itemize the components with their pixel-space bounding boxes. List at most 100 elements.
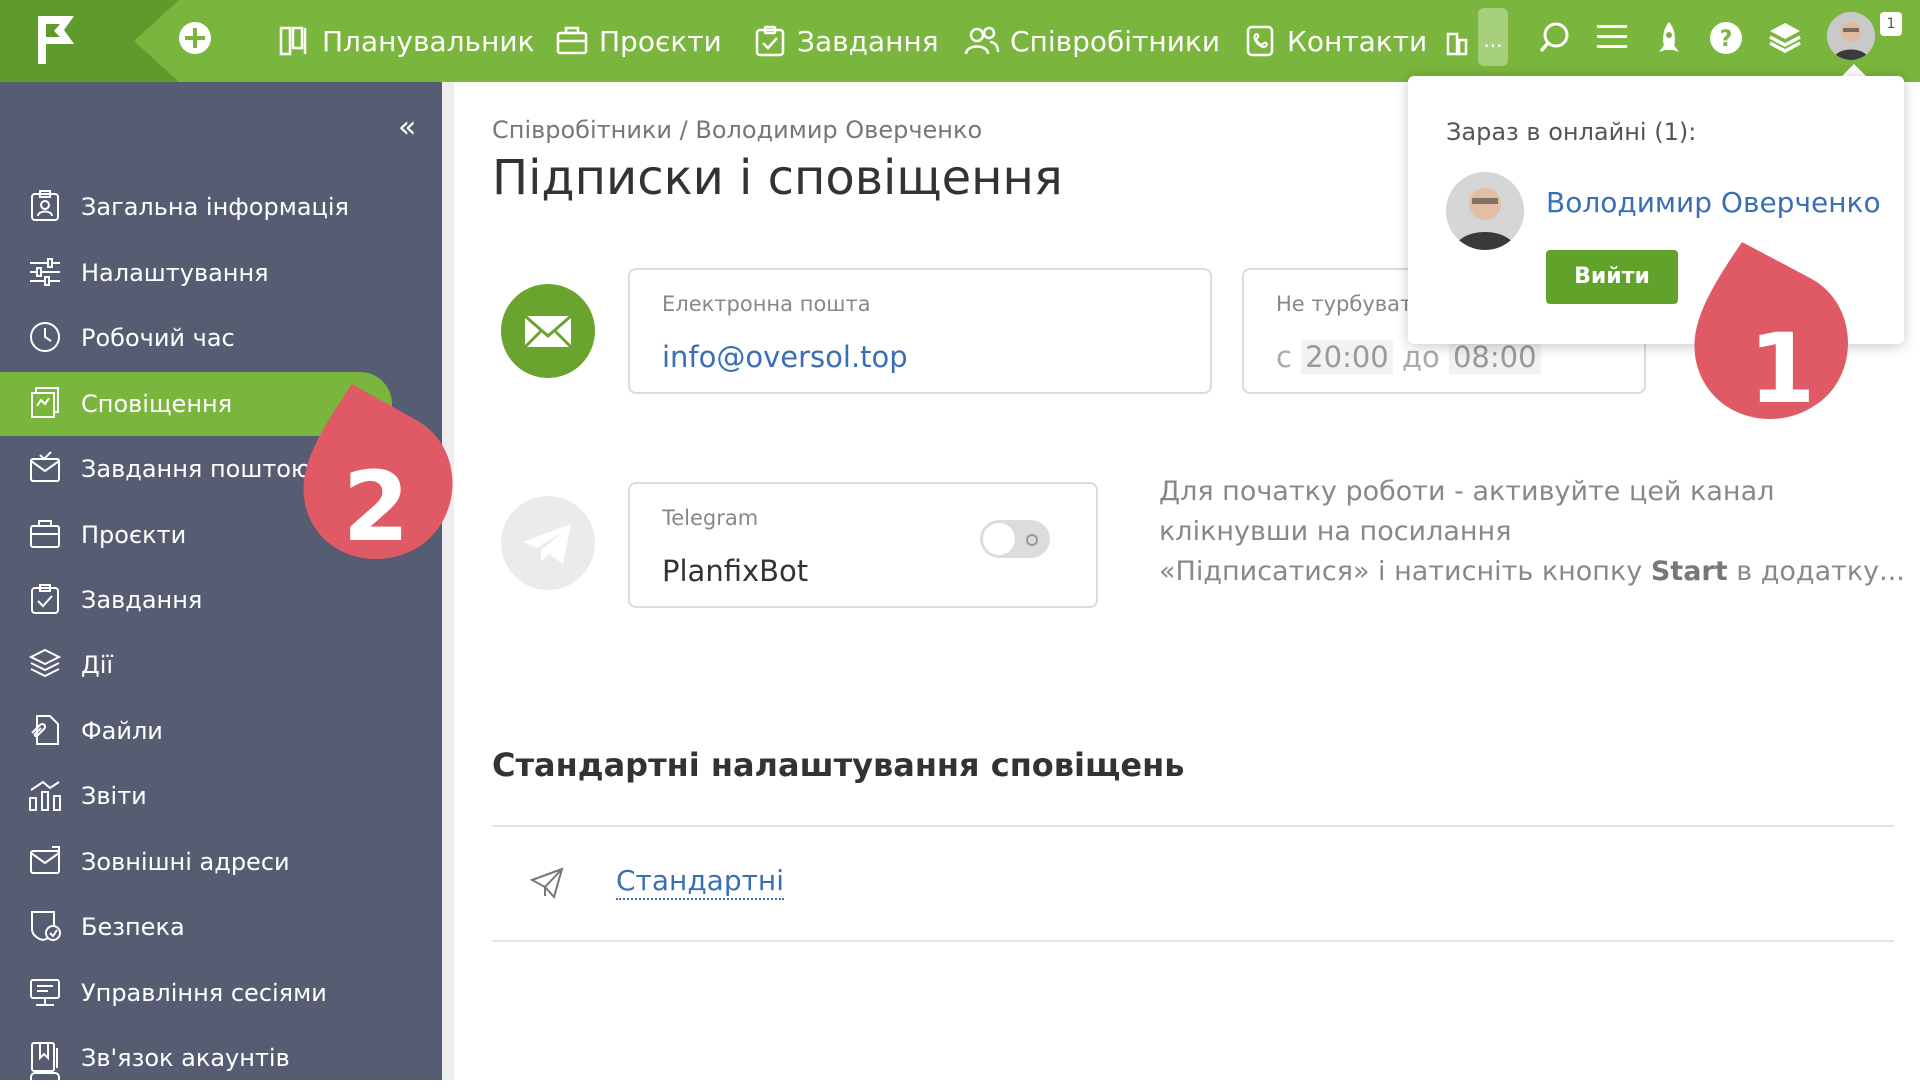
svg-text:?: ? bbox=[1720, 27, 1733, 52]
sidebar-item-label: Налаштування bbox=[81, 259, 269, 287]
nav-planner-label: Планувальник bbox=[322, 24, 535, 58]
sidebar-item-reports[interactable]: Звіти bbox=[0, 764, 442, 828]
nav-contacts[interactable]: Контакти bbox=[1243, 0, 1427, 82]
divider-bottom bbox=[492, 940, 1894, 942]
dnd-time-range: с 20:00 до 08:00 bbox=[1276, 340, 1541, 374]
rocket-icon[interactable] bbox=[1654, 20, 1684, 62]
sidebar-item-label: Завдання bbox=[81, 586, 203, 614]
external-addresses-icon bbox=[30, 846, 60, 874]
partial-icon bbox=[30, 1072, 60, 1080]
telegram-bot-name: PlanfixBot bbox=[662, 554, 809, 588]
planfix-logo-icon[interactable] bbox=[34, 14, 78, 70]
annotation-marker-2: 2 bbox=[298, 380, 466, 590]
sidebar-item-label: Зовнішні адреси bbox=[81, 848, 290, 876]
hint-line-3: «Підписатися» і натисніть кнопку Start в… bbox=[1159, 552, 1905, 592]
sidebar-item-security[interactable]: Безпека bbox=[0, 895, 442, 959]
popup-user-name[interactable]: Володимир Оверченко bbox=[1546, 186, 1881, 219]
marker-2-label: 2 bbox=[343, 451, 410, 563]
popup-user-avatar[interactable] bbox=[1446, 172, 1524, 250]
sidebar-item-label: Проєкти bbox=[81, 521, 187, 549]
sidebar-item-partial[interactable] bbox=[28, 1070, 62, 1080]
sidebar-item-label: Управління сесіями bbox=[81, 979, 327, 1007]
nav-tasks-label: Завдання bbox=[797, 24, 939, 58]
nav-employees[interactable]: Співробітники bbox=[964, 0, 1220, 82]
paper-plane-icon bbox=[529, 866, 564, 904]
online-count-badge: 1 bbox=[1880, 12, 1902, 36]
page-title: Підписки і сповіщення bbox=[492, 150, 1063, 206]
layers-icon[interactable] bbox=[1768, 20, 1802, 60]
email-card[interactable]: Електронна пошта info@oversol.top bbox=[628, 268, 1212, 394]
nav-projects[interactable]: Проєкти bbox=[555, 0, 722, 82]
dnd-card-label: Не турбуват bbox=[1276, 292, 1413, 316]
sidebar-item-label: Дії bbox=[81, 651, 114, 679]
breadcrumb[interactable]: Співробітники / Володимир Оверченко bbox=[492, 116, 982, 144]
top-navigation-bar: Планувальник Проєкти Завдання Співробітн… bbox=[0, 0, 1920, 82]
sidebar-item-label: Загальна інформація bbox=[81, 193, 349, 221]
notifications-icon bbox=[31, 387, 59, 418]
more-menu-button[interactable]: ... bbox=[1478, 8, 1508, 66]
popup-title: Зараз в онлайні (1): bbox=[1446, 118, 1697, 146]
building-icon bbox=[1446, 32, 1468, 56]
telegram-card[interactable]: Telegram PlanfixBot bbox=[628, 482, 1098, 608]
collapse-sidebar-icon[interactable]: « bbox=[398, 110, 416, 145]
files-icon bbox=[31, 715, 59, 745]
menu-hamburger-icon[interactable] bbox=[1596, 22, 1628, 56]
sidebar-item-working-time[interactable]: Робочий час bbox=[0, 306, 442, 370]
sessions-icon bbox=[30, 979, 60, 1006]
nav-overflow-item[interactable] bbox=[1446, 0, 1468, 82]
add-plus-icon[interactable] bbox=[177, 20, 213, 60]
mail-tasks-icon bbox=[30, 451, 60, 482]
sidebar-item-label: Зв'язок акаунтів bbox=[81, 1044, 290, 1072]
logout-button[interactable]: Вийти bbox=[1546, 250, 1678, 304]
nav-projects-label: Проєкти bbox=[599, 24, 722, 58]
hint-line-3-pre: «Підписатися» і натисніть кнопку bbox=[1159, 556, 1643, 587]
nav-contacts-label: Контакти bbox=[1287, 24, 1428, 58]
telegram-toggle[interactable] bbox=[980, 520, 1050, 558]
hint-line-3-post: в додатку... bbox=[1736, 556, 1905, 587]
email-card-label: Електронна пошта bbox=[662, 292, 871, 316]
sidebar-item-actions[interactable]: Дії bbox=[0, 633, 442, 697]
sidebar-item-account-link[interactable]: Зв'язок акаунтів bbox=[0, 1026, 442, 1090]
dnd-prefix: с bbox=[1276, 340, 1292, 374]
sidebar-item-sessions[interactable]: Управління сесіями bbox=[0, 961, 442, 1025]
search-icon[interactable] bbox=[1538, 20, 1572, 60]
dnd-middle: до bbox=[1401, 340, 1440, 374]
sidebar-item-label: Звіти bbox=[81, 782, 147, 810]
actions-layers-icon bbox=[28, 648, 62, 678]
standard-settings-link[interactable]: Стандартні bbox=[616, 864, 785, 900]
sidebar-item-external-addresses[interactable]: Зовнішні адреси bbox=[0, 830, 442, 894]
hint-line-1: Для початку роботи - активуйте цей канал bbox=[1159, 476, 1775, 507]
reports-icon bbox=[29, 780, 61, 811]
sidebar-item-label: Файли bbox=[81, 717, 163, 745]
tasks-icon bbox=[31, 584, 59, 614]
toggle-knob bbox=[983, 523, 1015, 555]
email-channel-icon bbox=[501, 284, 595, 378]
marker-1-label: 1 bbox=[1749, 313, 1816, 425]
sidebar-item-general-info[interactable]: Загальна інформація bbox=[0, 175, 442, 239]
employees-icon bbox=[964, 26, 1000, 55]
sidebar-item-files[interactable]: Файли bbox=[0, 699, 442, 763]
email-value[interactable]: info@oversol.top bbox=[662, 340, 908, 374]
projects-icon bbox=[30, 520, 60, 548]
clock-icon bbox=[30, 322, 60, 352]
dnd-from-input[interactable]: 20:00 bbox=[1301, 340, 1393, 374]
sidebar-item-label: Безпека bbox=[81, 913, 185, 941]
telegram-card-label: Telegram bbox=[662, 506, 759, 530]
hint-line-2: клікнувши на посилання bbox=[1159, 516, 1512, 547]
user-avatar[interactable] bbox=[1827, 12, 1875, 60]
settings-sliders-icon bbox=[30, 258, 60, 286]
divider-top bbox=[492, 825, 1894, 827]
account-link-icon bbox=[31, 1042, 58, 1072]
nav-tasks[interactable]: Завдання bbox=[753, 0, 939, 82]
standard-settings-heading: Стандартні налаштування сповіщень bbox=[492, 746, 1185, 784]
dnd-to-input[interactable]: 08:00 bbox=[1448, 340, 1541, 374]
nav-planner[interactable]: Планувальник bbox=[278, 0, 534, 82]
help-question-icon[interactable]: ? bbox=[1708, 20, 1744, 60]
security-icon bbox=[31, 911, 61, 942]
planner-icon bbox=[279, 26, 307, 56]
sidebar-item-settings[interactable]: Налаштування bbox=[0, 241, 442, 305]
tasks-icon bbox=[755, 25, 785, 57]
annotation-marker-1: 1 bbox=[1690, 238, 1862, 452]
projects-icon bbox=[556, 26, 588, 55]
toggle-off-indicator bbox=[1026, 534, 1038, 546]
